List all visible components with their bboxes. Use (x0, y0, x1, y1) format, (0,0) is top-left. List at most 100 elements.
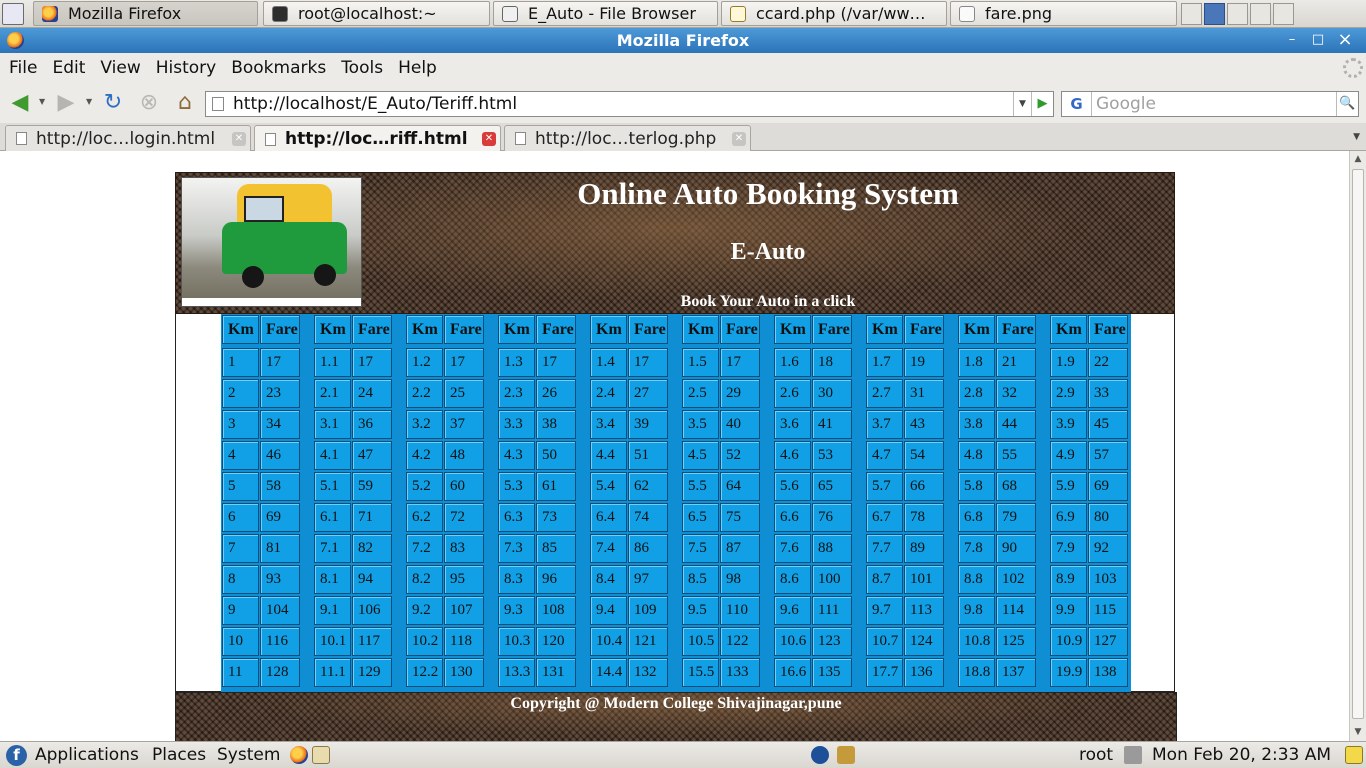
workspace-5[interactable] (1273, 3, 1294, 25)
km-cell: 6.7 (866, 503, 903, 532)
applications-menu[interactable]: Applications (35, 745, 139, 765)
km-header: Km (406, 315, 443, 344)
km-cell: 6.4 (590, 503, 627, 532)
fare-cell: 133 (720, 658, 760, 687)
update-notifier-icon[interactable] (837, 746, 855, 764)
km-cell: 3.7 (866, 410, 903, 439)
km-cell: 3.1 (314, 410, 351, 439)
forward-history-dropdown[interactable]: ▼ (86, 97, 92, 106)
fare-cell: 39 (628, 410, 668, 439)
menu-history[interactable]: History (156, 58, 216, 78)
go-button[interactable]: ▶ (1031, 92, 1053, 116)
window-list-text-editor[interactable]: ccard.php (/var/ww… (721, 1, 947, 26)
workspace-3[interactable] (1227, 3, 1248, 25)
workspace-1[interactable] (1181, 3, 1202, 25)
km-cell: 2.1 (314, 379, 351, 408)
fare-cell: 37 (444, 410, 484, 439)
fare-cell: 25 (444, 379, 484, 408)
window-list-terminal[interactable]: root@localhost:~ (263, 1, 490, 26)
fare-cell: 110 (720, 596, 760, 625)
fare-cell: 100 (812, 565, 852, 594)
current-user: root (1079, 745, 1114, 765)
back-arrow-icon[interactable]: ◀ (6, 90, 34, 116)
fare-cell: 93 (260, 565, 300, 594)
footer-copyright: Copyright @ Modern College Shivajinagar,… (510, 695, 842, 712)
tab-terlog[interactable]: http://loc…terlog.php ✕ (504, 125, 751, 151)
fare-cell: 17 (536, 348, 576, 377)
forward-arrow-icon[interactable]: ▶ (52, 90, 80, 116)
top-panel: Mozilla Firefox root@localhost:~ E_Auto … (0, 0, 1366, 28)
show-desktop-icon[interactable] (2, 3, 24, 25)
workspace-4[interactable] (1250, 3, 1271, 25)
places-menu[interactable]: Places (152, 745, 206, 765)
search-icon[interactable]: 🔍 (1336, 92, 1358, 116)
reload-icon[interactable]: ↻ (99, 90, 127, 116)
volume-icon[interactable] (1124, 746, 1142, 764)
fare-cell: 121 (628, 627, 668, 656)
km-cell: 10.8 (958, 627, 995, 656)
scroll-up-arrow-icon[interactable]: ▲ (1351, 152, 1365, 166)
search-bar[interactable]: G 🔍 (1061, 91, 1359, 117)
fare-cell: 101 (904, 565, 944, 594)
notes-applet-icon[interactable] (1345, 746, 1363, 764)
fare-cell: 76 (812, 503, 852, 532)
clock[interactable]: Mon Feb 20, 2:33 AM (1152, 745, 1331, 765)
fare-cell: 41 (812, 410, 852, 439)
menu-bookmarks[interactable]: Bookmarks (231, 58, 326, 78)
close-button[interactable]: × (1334, 30, 1356, 50)
window-list-firefox[interactable]: Mozilla Firefox (33, 1, 258, 26)
km-cell: 19.9 (1050, 658, 1087, 687)
url-bar[interactable]: ▼ ▶ (205, 91, 1054, 117)
firefox-launcher-icon[interactable] (290, 746, 308, 764)
vertical-scrollbar[interactable]: ▲ ▼ (1349, 151, 1366, 741)
search-input[interactable] (1092, 94, 1332, 114)
fare-cell: 113 (904, 596, 944, 625)
window-list-file-browser[interactable]: E_Auto - File Browser (493, 1, 718, 26)
fare-cell: 79 (996, 503, 1036, 532)
window-list-image-viewer[interactable]: fare.png (950, 1, 1177, 26)
system-menu[interactable]: System (217, 745, 280, 765)
close-tab-icon[interactable]: ✕ (732, 132, 746, 146)
close-tab-icon[interactable]: ✕ (482, 132, 496, 146)
activity-throbber-icon (1343, 58, 1363, 78)
km-cell: 4.5 (682, 441, 719, 470)
gnome-foot-icon[interactable]: f (6, 745, 27, 766)
image-icon (959, 5, 975, 22)
menu-edit[interactable]: Edit (52, 58, 85, 78)
scrollbar-thumb[interactable] (1352, 169, 1364, 719)
tab-tariff[interactable]: http://loc…riff.html ✕ (254, 125, 501, 152)
fare-cell: 44 (996, 410, 1036, 439)
mail-launcher-icon[interactable] (312, 746, 330, 764)
fare-cell: 78 (904, 503, 944, 532)
km-cell: 5.2 (406, 472, 443, 501)
fare-cell: 66 (904, 472, 944, 501)
url-history-dropdown[interactable]: ▼ (1013, 92, 1031, 116)
search-engine-selector[interactable]: G (1062, 92, 1092, 116)
tab-list-dropdown[interactable]: ▼ (1353, 132, 1360, 142)
close-tab-icon[interactable]: ✕ (232, 132, 246, 146)
minimize-button[interactable]: – (1281, 30, 1303, 50)
maximize-button[interactable]: □ (1307, 30, 1329, 50)
fare-cell: 69 (260, 503, 300, 532)
menu-file[interactable]: File (9, 58, 37, 78)
fare-cell: 24 (352, 379, 392, 408)
km-cell: 8.1 (314, 565, 351, 594)
km-cell: 4.6 (774, 441, 811, 470)
km-cell: 8.2 (406, 565, 443, 594)
back-history-dropdown[interactable]: ▼ (39, 97, 45, 106)
km-header: Km (682, 315, 719, 344)
workspace-2[interactable] (1204, 3, 1225, 25)
url-input[interactable] (233, 94, 1003, 114)
scroll-down-arrow-icon[interactable]: ▼ (1351, 725, 1365, 739)
bluetooth-icon[interactable] (811, 746, 829, 764)
tab-login[interactable]: http://loc…login.html ✕ (5, 125, 251, 151)
fare-cell: 127 (1088, 627, 1128, 656)
menu-view[interactable]: View (100, 58, 140, 78)
fare-cell: 103 (1088, 565, 1128, 594)
stop-icon[interactable]: ⊗ (135, 90, 163, 116)
menu-tools[interactable]: Tools (341, 58, 383, 78)
workspace-switcher[interactable] (1181, 3, 1296, 25)
home-icon[interactable]: ⌂ (171, 90, 199, 116)
km-cell: 8.6 (774, 565, 811, 594)
menu-help[interactable]: Help (398, 58, 437, 78)
